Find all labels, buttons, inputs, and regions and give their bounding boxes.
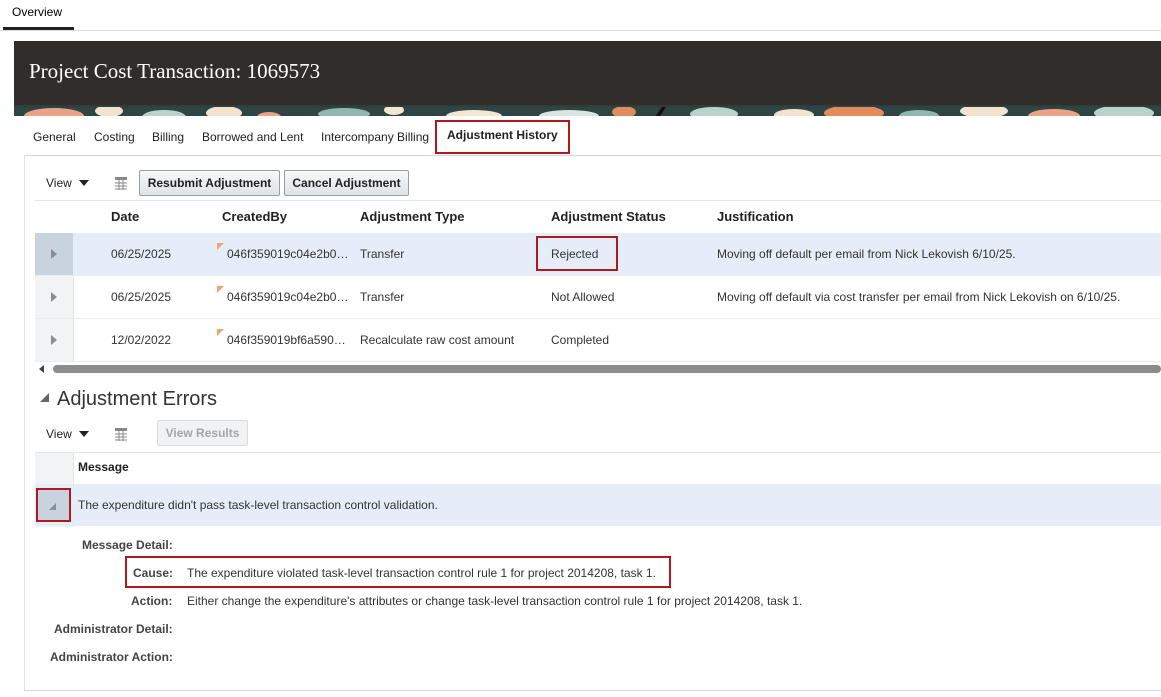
horizontal-scrollbar[interactable]	[35, 364, 1161, 374]
cell-message: The expenditure didn't pass task-level t…	[78, 498, 438, 512]
history-table-header: Date CreatedBy Adjustment Type Adjustmen…	[35, 200, 1161, 234]
freeze-columns-icon[interactable]	[113, 426, 129, 442]
highlight-box-cause	[125, 556, 671, 588]
column-header-message[interactable]: Message	[78, 460, 129, 474]
message-detail-label: Message Detail:	[82, 538, 173, 552]
chevron-down-icon	[78, 180, 89, 186]
tab-overview-label: Overview	[12, 5, 63, 19]
flag-icon	[217, 243, 224, 250]
highlight-box-rejected	[536, 236, 618, 271]
view-menu-label: View	[46, 176, 72, 190]
administrator-action-label: Administrator Action:	[50, 650, 173, 664]
action-label: Action:	[131, 594, 173, 608]
cell-adjustment-status: Completed	[551, 333, 610, 347]
expand-arrow-icon	[51, 335, 57, 345]
page-title: Project Cost Transaction: 1069573	[29, 59, 321, 83]
view-menu-label: View	[46, 427, 72, 441]
column-header-date[interactable]: Date	[111, 209, 139, 224]
column-header-createdby[interactable]: CreatedBy	[222, 209, 287, 224]
tabs-divider	[0, 30, 1161, 31]
adjustment-errors-section-header[interactable]: Adjustment Errors	[40, 388, 217, 411]
panel-border-bottom	[24, 690, 1161, 691]
cell-date: 12/02/2022	[111, 333, 172, 347]
subtab-divider	[24, 155, 1161, 156]
cell-justification: Moving off default per email from Nick L…	[717, 247, 1016, 261]
row-expand-toggle[interactable]	[35, 276, 73, 318]
flag-icon	[217, 329, 224, 336]
header-banner-image	[14, 105, 1161, 116]
subtab-billing[interactable]: Billing	[148, 122, 188, 152]
column-header-justification[interactable]: Justification	[717, 209, 794, 224]
chevron-down-icon	[78, 431, 89, 437]
subtab-intercompany-billing[interactable]: Intercompany Billing	[317, 122, 433, 152]
cell-createdby: 046f359019c04e2b0…	[227, 290, 349, 304]
freeze-columns-icon[interactable]	[113, 175, 129, 191]
cancel-adjustment-button[interactable]: Cancel Adjustment	[284, 170, 409, 196]
row-expand-toggle[interactable]	[35, 233, 73, 275]
page-header: Project Cost Transaction: 1069573	[14, 41, 1161, 105]
cell-date: 06/25/2025	[111, 247, 172, 261]
errors-table-header: Message	[35, 452, 1161, 485]
resubmit-adjustment-button[interactable]: Resubmit Adjustment	[139, 170, 280, 196]
subtab-borrowed-and-lent[interactable]: Borrowed and Lent	[198, 122, 307, 152]
cell-adjustment-type: Transfer	[360, 247, 405, 261]
cell-createdby: 046f359019bf6a590…	[227, 333, 346, 347]
cell-adjustment-type: Recalculate raw cost amount	[360, 333, 515, 347]
collapse-triangle-icon	[40, 393, 49, 402]
subtab-costing[interactable]: Costing	[90, 122, 139, 152]
highlight-box-expander	[36, 488, 71, 522]
errors-view-menu[interactable]: View	[46, 427, 89, 441]
cell-justification: Moving off default via cost transfer per…	[717, 290, 1121, 304]
cell-adjustment-type: Transfer	[360, 290, 405, 304]
flag-icon	[217, 286, 224, 293]
table-row[interactable]: 06/25/2025 046f359019c04e2b0… Transfer N…	[35, 276, 1161, 319]
cell-adjustment-status: Not Allowed	[551, 290, 615, 304]
column-header-adjustment-type[interactable]: Adjustment Type	[360, 209, 465, 224]
panel-border-left	[24, 155, 25, 691]
table-row[interactable]: The expenditure didn't pass task-level t…	[35, 484, 1161, 526]
expand-arrow-icon	[51, 249, 57, 259]
cell-date: 06/25/2025	[111, 290, 172, 304]
expand-arrow-icon	[51, 292, 57, 302]
subtab-adjustment-history[interactable]: Adjustment History	[435, 120, 570, 154]
administrator-detail-label: Administrator Detail:	[54, 622, 173, 636]
view-results-button[interactable]: View Results	[157, 420, 248, 446]
tab-overview[interactable]: Overview	[3, 0, 74, 30]
row-expand-toggle[interactable]	[35, 319, 73, 361]
view-menu[interactable]: View	[46, 176, 89, 190]
scroll-left-arrow-icon[interactable]	[39, 365, 44, 373]
column-header-adjustment-status[interactable]: Adjustment Status	[551, 209, 666, 224]
scrollbar-thumb[interactable]	[53, 365, 1161, 373]
section-title: Adjustment Errors	[57, 388, 218, 410]
subtab-general[interactable]: General	[29, 122, 80, 152]
cell-createdby: 046f359019c04e2b0…	[227, 247, 349, 261]
table-row[interactable]: 12/02/2022 046f359019bf6a590… Recalculat…	[35, 319, 1161, 362]
action-value: Either change the expenditure's attribut…	[187, 594, 803, 608]
